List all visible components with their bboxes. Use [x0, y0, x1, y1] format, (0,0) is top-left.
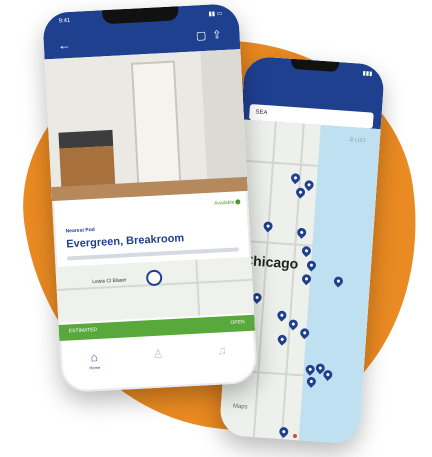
availability-dot-icon	[235, 199, 241, 205]
mini-map-label: Lewis Cl Blaser	[92, 277, 127, 286]
map-road	[252, 121, 277, 438]
tab-label	[201, 357, 245, 359]
open-button[interactable]: OPEN	[230, 319, 244, 326]
signal-icon: ▮▮▮	[362, 70, 373, 78]
location-label: Nearest Pod	[65, 226, 95, 235]
map-road	[238, 159, 318, 167]
map-header: ▮▮▮ SEA	[240, 55, 386, 130]
tab-alerts[interactable]: ♫	[200, 343, 245, 359]
photo-door	[130, 60, 182, 187]
status-time: 9:41	[58, 17, 71, 25]
map-pin-icon[interactable]	[275, 308, 289, 322]
list-toggle-button[interactable]: ☰ LIST	[349, 137, 366, 144]
map-road	[195, 259, 201, 316]
poi-marker	[292, 433, 298, 439]
phone-notch	[290, 58, 340, 73]
tab-user[interactable]: ♙	[136, 347, 181, 363]
tab-label	[137, 361, 181, 363]
home-icon: ⌂	[90, 349, 99, 365]
share-icon[interactable]: ▢⇪	[196, 29, 228, 43]
photo-wall	[200, 49, 248, 193]
pod-photo	[44, 49, 248, 202]
availability-status: Available	[214, 199, 235, 207]
battery-icon: ▮▮ ▭	[208, 10, 223, 18]
detail-phone: 9:41 ▮▮ ▭ ← ▢⇪ Available Nearest Pod Eve…	[42, 3, 258, 393]
photo-cabinet	[59, 145, 116, 189]
map-pin-icon[interactable]	[277, 425, 291, 439]
bell-icon: ♫	[217, 343, 227, 358]
phone-notch	[102, 6, 179, 25]
map-attribution: Maps	[232, 403, 248, 411]
map-pin-icon[interactable]	[261, 219, 275, 233]
tab-home[interactable]: ⌂ Home	[72, 350, 117, 371]
back-arrow-icon[interactable]: ←	[57, 37, 71, 53]
tab-label: Home	[89, 364, 101, 371]
mini-map[interactable]: Lewis Cl Blaser	[55, 256, 255, 323]
location-title: Evergreen, Breakroom	[66, 232, 185, 251]
user-icon: ♙	[152, 346, 164, 362]
